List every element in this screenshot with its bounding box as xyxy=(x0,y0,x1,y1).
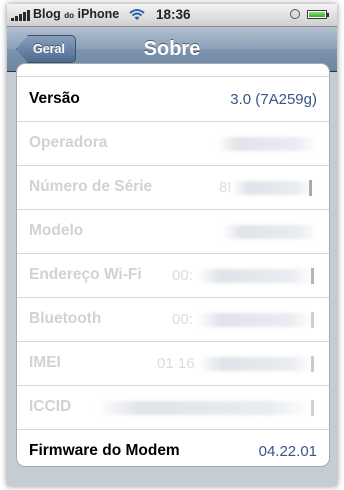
redacted-value xyxy=(97,401,313,415)
alarm-icon xyxy=(290,9,300,19)
signal-icon xyxy=(11,9,31,21)
row-label: Modelo xyxy=(29,222,84,239)
row-version: Versão 3.0 (7A259g) xyxy=(17,78,329,122)
page-title: Sobre xyxy=(143,38,201,60)
row-label: Número de Série xyxy=(29,178,153,195)
table-row-partial xyxy=(17,64,329,77)
row-value: 00: xyxy=(172,267,193,284)
redaction-bar xyxy=(311,268,314,284)
row-label: ICCID xyxy=(29,398,72,415)
row-label: Bluetooth xyxy=(29,310,102,327)
row-carrier: Operadora xyxy=(17,122,329,166)
about-info-group: Versão 3.0 (7A259g) Operadora Número de … xyxy=(16,63,330,467)
redacted-value xyxy=(232,181,312,195)
battery-icon xyxy=(307,10,329,19)
wifi-icon xyxy=(129,9,145,20)
row-bluetooth: Bluetooth 00: xyxy=(17,298,329,342)
redacted-value xyxy=(217,137,317,151)
carrier-name: Blog do iPhone xyxy=(33,7,120,21)
row-label: Versão xyxy=(29,90,80,107)
redaction-bar xyxy=(311,400,314,416)
row-wifi-address: Endereço Wi-Fi 00: xyxy=(17,254,329,298)
row-value: 3.0 (7A259g) xyxy=(230,91,317,108)
row-modem-firmware: Firmware do Modem 04.22.01 xyxy=(17,430,329,466)
status-bar: Blog do iPhone 18:36 xyxy=(7,4,337,27)
row-iccid: ICCID xyxy=(17,386,329,430)
redaction-bar xyxy=(311,356,314,372)
redaction-bar xyxy=(309,180,312,196)
row-value: 01 16 xyxy=(157,355,195,372)
redaction-bar xyxy=(311,312,314,328)
redacted-value xyxy=(197,269,313,283)
row-label: IMEI xyxy=(29,354,61,371)
row-serial-number: Número de Série 8! xyxy=(17,166,329,210)
row-value: 8! xyxy=(219,179,232,196)
row-label: Endereço Wi-Fi xyxy=(29,266,142,283)
row-label: Firmware do Modem xyxy=(29,442,180,459)
row-label: Operadora xyxy=(29,134,108,151)
row-model: Modelo xyxy=(17,210,329,254)
row-value: 04.22.01 xyxy=(258,443,317,460)
redacted-value xyxy=(199,357,313,371)
redacted-value xyxy=(197,313,313,327)
redacted-value xyxy=(222,225,318,239)
status-time: 18:36 xyxy=(156,7,191,22)
iphone-screen: Blog do iPhone 18:36 Geral Sobre Versão … xyxy=(7,4,337,486)
row-imei: IMEI 01 16 xyxy=(17,342,329,386)
row-value: 00: xyxy=(172,311,193,328)
